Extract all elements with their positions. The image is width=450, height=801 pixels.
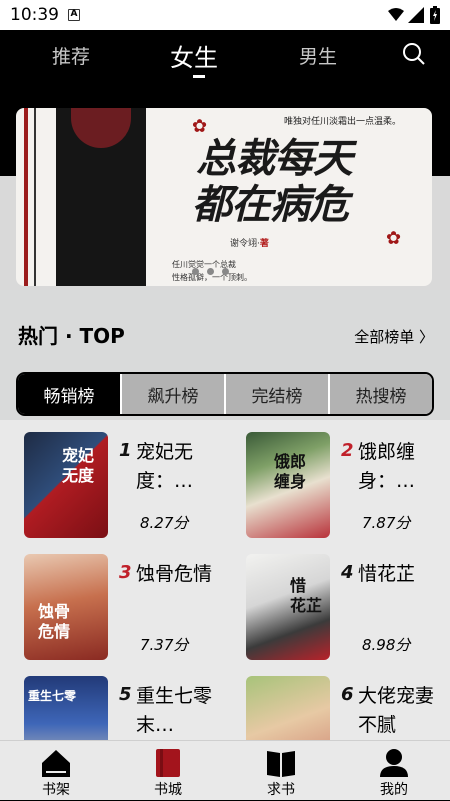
cover-title: 宠妃 无度 — [62, 446, 95, 485]
nav-bookstore[interactable]: 书城 — [112, 741, 224, 801]
book-title: 重生七零末… — [136, 685, 213, 736]
signal-icon — [408, 7, 424, 23]
banner-decoration — [34, 108, 36, 286]
cover-title: 蚀骨 危情 — [38, 602, 71, 641]
book-item[interactable]: 宠妃 无度 1 宠妃无度：… 8.27分 — [24, 432, 234, 542]
book-cover: 宠妃 无度 — [24, 432, 108, 538]
nav-request-book[interactable]: 求书 — [225, 741, 337, 801]
notification-icon: A — [68, 9, 80, 21]
banner-author-name: 谢令翊· — [230, 239, 260, 249]
banner-title-line1: 总裁每天 — [196, 135, 353, 182]
tab-hot-search[interactable]: 热搜榜 — [328, 374, 432, 414]
bookshelf-icon — [42, 750, 70, 777]
wifi-icon — [388, 8, 404, 21]
book-title: 大佬宠妻不腻 — [358, 685, 435, 736]
book-rank: 1 — [119, 440, 132, 461]
book-item[interactable]: 惜 花芷 4 惜花芷 8.98分 — [246, 554, 450, 664]
status-bar: 10:39 A — [0, 0, 450, 30]
cover-title: 饿郎 缠身 — [274, 452, 307, 491]
battery-icon — [430, 6, 440, 24]
banner-title: 总裁每天 都在病危 — [192, 135, 353, 228]
rank-section: 热门 · TOP 全部榜单 〉 畅销榜 飙升榜 完结榜 热搜榜 宠妃 无度 1 … — [0, 290, 450, 740]
bottom-nav: 书架 书城 求书 我的 — [0, 740, 450, 800]
book-score: 7.37分 — [140, 636, 189, 654]
book-score: 8.98分 — [362, 636, 411, 654]
banner-author-mark: 著 — [259, 239, 269, 249]
banner-author: 谢令翊·著 — [230, 236, 269, 249]
section-title: 热门 · TOP — [18, 324, 125, 348]
banner-pagination — [192, 260, 237, 279]
banner-area: 唯独对任川淡霜出一点温柔。 总裁每天 都在病危 谢令翊·著 任川觉觉一个总裁 性… — [0, 96, 450, 290]
book-item[interactable]: 6 大佬宠妻不腻 — [246, 676, 450, 740]
banner-decoration — [24, 108, 28, 286]
book-cover: 蚀骨 危情 — [24, 554, 108, 660]
book-cover: 重生七零 — [24, 676, 108, 740]
user-icon — [380, 749, 408, 777]
book-rank: 2 — [341, 440, 354, 461]
tab-male[interactable]: 男生 — [299, 42, 337, 69]
rose-icon: ✿ — [192, 116, 208, 137]
banner-tagline: 唯独对任川淡霜出一点温柔。 — [284, 117, 402, 127]
tab-female[interactable]: 女生 — [170, 38, 218, 73]
book-item[interactable]: 重生七零 5 重生七零末… — [24, 676, 234, 740]
search-icon[interactable] — [402, 42, 426, 66]
bookstore-icon — [156, 749, 180, 777]
banner-title-line2: 都在病危 — [192, 181, 349, 228]
nav-label: 我的 — [380, 782, 408, 798]
book-title: 惜花芷 — [358, 563, 416, 585]
top-nav: 推荐 女生 男生 — [0, 30, 450, 96]
book-score: 8.27分 — [140, 514, 189, 532]
rose-icon: ✿ — [386, 228, 402, 249]
book-rank: 4 — [341, 562, 354, 583]
tab-completed[interactable]: 完结榜 — [224, 374, 328, 414]
book-title: 宠妃无度：… — [136, 441, 194, 492]
tab-bestseller[interactable]: 畅销榜 — [18, 374, 120, 414]
all-rankings-link[interactable]: 全部榜单 〉 — [354, 326, 434, 347]
book-rank: 5 — [119, 684, 132, 705]
book-title: 饿郎缠身：… — [358, 441, 416, 492]
nav-label: 求书 — [267, 782, 295, 798]
nav-bookshelf[interactable]: 书架 — [0, 741, 112, 801]
book-cover: 饿郎 缠身 — [246, 432, 330, 538]
open-book-icon — [267, 751, 295, 777]
book-rank: 3 — [119, 562, 132, 583]
promo-banner[interactable]: 唯独对任川淡霜出一点温柔。 总裁每天 都在病危 谢令翊·著 任川觉觉一个总裁 性… — [16, 108, 432, 286]
nav-label: 书城 — [154, 782, 182, 798]
tab-rising[interactable]: 飙升榜 — [120, 374, 224, 414]
rank-tabs: 畅销榜 飙升榜 完结榜 热搜榜 — [16, 372, 434, 416]
book-cover: 惜 花芷 — [246, 554, 330, 660]
book-rank: 6 — [341, 684, 354, 705]
book-item[interactable]: 蚀骨 危情 3 蚀骨危情 7.37分 — [24, 554, 234, 664]
tab-recommend[interactable]: 推荐 — [52, 42, 90, 69]
active-tab-indicator — [193, 75, 205, 78]
book-item[interactable]: 饿郎 缠身 2 饿郎缠身：… 7.87分 — [246, 432, 450, 542]
nav-profile[interactable]: 我的 — [338, 741, 450, 801]
cover-title: 重生七零 — [28, 689, 77, 703]
cover-title: 惜 花芷 — [290, 576, 323, 615]
nav-label: 书架 — [42, 782, 70, 798]
status-time: 10:39 — [10, 5, 59, 25]
book-cover — [246, 676, 330, 740]
book-title: 蚀骨危情 — [136, 563, 213, 585]
book-score: 7.87分 — [362, 514, 411, 532]
